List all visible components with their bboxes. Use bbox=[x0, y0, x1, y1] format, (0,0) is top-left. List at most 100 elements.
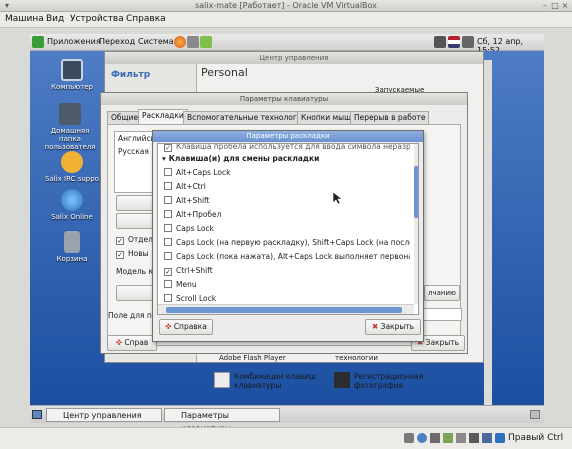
layout-option-row[interactable]: Caps Lock (на первую раскладку), Shift+C… bbox=[158, 236, 410, 250]
layout-options-close-button[interactable]: ✖ Закрыть bbox=[365, 319, 421, 335]
firefox-icon[interactable] bbox=[174, 36, 186, 48]
volume-icon[interactable] bbox=[462, 36, 474, 48]
close-icon[interactable]: × bbox=[560, 1, 570, 11]
guest-taskbar: Центр управления Параметры клавиатуры bbox=[30, 405, 544, 433]
new-windows-checkbox[interactable]: ✓ bbox=[116, 251, 124, 259]
trash-icon bbox=[64, 231, 80, 253]
layout-options-list[interactable]: ✓ Клавиша пробела используется для ввода … bbox=[157, 143, 419, 315]
desktop-icon-label: Salix IRC suppo bbox=[45, 175, 99, 183]
display-icon[interactable] bbox=[469, 433, 479, 443]
separate-layout-option[interactable]: ✓ Отдел bbox=[116, 235, 153, 245]
shared-folders-icon[interactable] bbox=[456, 433, 466, 443]
option-label: Alt+Shift bbox=[176, 196, 210, 205]
desktop-icon-home[interactable]: Домашняя папка пользователя bbox=[40, 103, 100, 151]
desktop-icon-computer[interactable]: Компьютер bbox=[42, 59, 102, 91]
home-folder-icon bbox=[59, 103, 81, 125]
host-menu-devices[interactable]: Устройства bbox=[70, 14, 124, 24]
editor-icon[interactable] bbox=[200, 36, 212, 48]
reset-to-defaults-button[interactable]: лчанию bbox=[424, 285, 460, 301]
layout-option-row[interactable]: Alt+Пробел bbox=[158, 208, 410, 222]
taskbar-item-keyboard-prefs[interactable]: Параметры клавиатуры bbox=[164, 408, 280, 433]
tab-general[interactable]: Общие bbox=[107, 111, 143, 124]
panel-menu-system[interactable]: Система bbox=[138, 37, 174, 46]
taskbar-item-control-center[interactable]: Центр управления bbox=[46, 408, 162, 422]
vertical-scroll-thumb[interactable] bbox=[414, 166, 418, 218]
show-desktop-icon[interactable] bbox=[32, 410, 42, 419]
hdd-icon[interactable] bbox=[404, 433, 414, 443]
panel-menu-applications[interactable]: Приложения bbox=[47, 37, 101, 46]
close-button-label: Закрыть bbox=[425, 338, 460, 347]
irc-icon bbox=[61, 151, 83, 173]
host-statusbar: Правый Ctrl bbox=[0, 427, 572, 449]
layout-option-row[interactable]: Alt+Caps Lock bbox=[158, 166, 410, 180]
vertical-scrollbar[interactable] bbox=[414, 144, 418, 304]
network-icon[interactable] bbox=[434, 36, 446, 48]
expander-icon[interactable]: ▾ bbox=[162, 154, 166, 163]
option-checkbox[interactable] bbox=[164, 210, 172, 218]
layout-option-row[interactable]: Alt+Ctrl bbox=[158, 180, 410, 194]
desktop-icon-trash[interactable]: Корзина bbox=[42, 231, 102, 263]
control-center-item-keyboard-shortcuts[interactable]: Комбинации клавиш клавиатуры bbox=[234, 372, 334, 390]
option-checkbox[interactable] bbox=[164, 196, 172, 204]
layout-options-window: Параметры раскладки ✓ Клавиша пробела исп… bbox=[152, 130, 424, 342]
keyboard-model-button[interactable] bbox=[116, 285, 156, 301]
tab-accessibility[interactable]: Вспомогательные технологии bbox=[183, 111, 311, 124]
panel-menu-places[interactable]: Переход bbox=[99, 37, 135, 46]
minimize-icon[interactable]: – bbox=[540, 1, 550, 11]
usb-icon[interactable] bbox=[430, 433, 440, 443]
control-center-item-photo[interactable]: Регистрационная фотография bbox=[354, 372, 454, 390]
host-key-label: Правый Ctrl bbox=[508, 433, 564, 443]
new-windows-option[interactable]: ✓ Новы bbox=[116, 249, 149, 259]
tab-layouts[interactable]: Раскладки bbox=[138, 109, 188, 124]
desktop-icon-salix-online[interactable]: Salix Online bbox=[42, 189, 102, 221]
layout-item[interactable]: Английск bbox=[115, 132, 157, 145]
separate-layout-checkbox[interactable]: ✓ bbox=[116, 237, 124, 245]
layout-option-row[interactable]: Menu bbox=[158, 278, 410, 292]
option-checkbox[interactable] bbox=[164, 168, 172, 176]
optical-drive-icon[interactable] bbox=[417, 433, 427, 443]
host-menu-view[interactable]: Вид bbox=[46, 14, 64, 24]
control-center-item-accessibility[interactable]: технологии bbox=[335, 354, 378, 362]
control-center-item-flash[interactable]: Adobe Flash Player bbox=[219, 354, 286, 362]
keyboard-help-button[interactable]: ✜ Справ bbox=[107, 335, 157, 351]
layout-options-titlebar[interactable]: Параметры раскладки bbox=[153, 131, 423, 142]
control-center-titlebar[interactable]: Центр управления bbox=[105, 52, 483, 64]
desktop-icon-label: Корзина bbox=[56, 255, 88, 263]
layout-option-row[interactable]: Alt+Shift bbox=[158, 194, 410, 208]
horizontal-scrollbar[interactable] bbox=[158, 304, 414, 314]
horizontal-scroll-thumb[interactable] bbox=[166, 307, 402, 313]
desktop-icon-irc[interactable]: Salix IRC suppo bbox=[42, 151, 102, 183]
layout-item[interactable]: Русская bbox=[115, 145, 157, 158]
keyboard-layout-flag-icon[interactable] bbox=[448, 36, 460, 48]
taskbar-item-label: Центр управления bbox=[63, 411, 142, 420]
workspace-switcher[interactable] bbox=[530, 410, 540, 419]
layout-option-row[interactable]: Caps Lock bbox=[158, 222, 410, 236]
option-checkbox[interactable] bbox=[164, 238, 172, 246]
option-checkbox[interactable]: ✓ bbox=[164, 144, 172, 152]
terminal-icon[interactable] bbox=[187, 36, 199, 48]
maximize-icon[interactable]: □ bbox=[550, 1, 560, 11]
option-checkbox-checked[interactable]: ✓ bbox=[164, 268, 172, 276]
option-checkbox[interactable] bbox=[164, 224, 172, 232]
add-layout-button[interactable] bbox=[116, 195, 156, 211]
keyboard-model-label: Модель к bbox=[116, 267, 153, 276]
tab-typing-break[interactable]: Перерыв в работе bbox=[350, 111, 430, 124]
option-group-header[interactable]: ▾ Клавиша(и) для смены раскладки bbox=[158, 152, 410, 166]
host-menu-help[interactable]: Справка bbox=[126, 14, 166, 24]
option-checkbox[interactable] bbox=[164, 294, 172, 302]
layout-option-row[interactable]: Caps Lock (пока нажата), Alt+Caps Lock в… bbox=[158, 250, 410, 264]
keyboard-preferences-titlebar[interactable]: Параметры клавиатуры bbox=[101, 93, 467, 105]
network-adapter-icon[interactable] bbox=[443, 433, 453, 443]
option-checkbox[interactable] bbox=[164, 252, 172, 260]
layout-action-button[interactable] bbox=[116, 213, 156, 229]
layout-option-row[interactable]: ✓ Ctrl+Shift bbox=[158, 264, 410, 278]
capture-icon[interactable] bbox=[482, 433, 492, 443]
layout-options-help-button[interactable]: ✜ Справка bbox=[159, 319, 213, 335]
option-checkbox[interactable] bbox=[164, 182, 172, 190]
test-field-input[interactable] bbox=[418, 308, 462, 321]
window-menu-icon[interactable]: ▾ bbox=[2, 1, 12, 11]
host-menu-machine[interactable]: Машина bbox=[5, 14, 44, 24]
control-center-scrollbar[interactable] bbox=[484, 60, 492, 405]
option-checkbox[interactable] bbox=[164, 280, 172, 288]
host-titlebar: salix-mate [Работает] - Oracle VM Virtua… bbox=[0, 0, 572, 12]
